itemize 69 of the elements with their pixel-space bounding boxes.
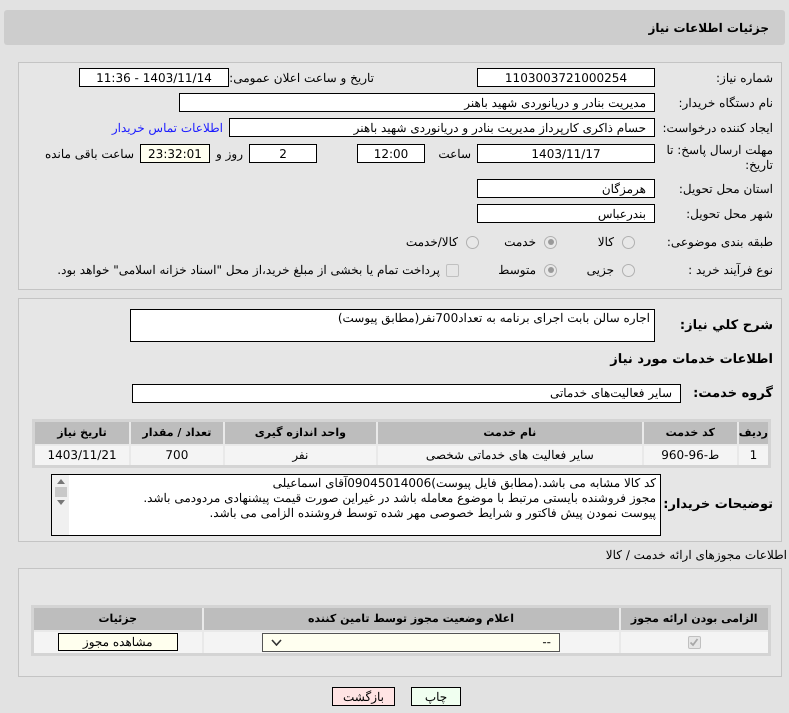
field-label: شهر محل تحویل: [685, 206, 773, 222]
text-field[interactable]: 1103003721000254 [477, 68, 655, 87]
radio-label: کالا/خدمت [406, 234, 458, 251]
field-label: استان محل تحویل: [678, 180, 773, 198]
radio-label: متوسط [498, 262, 536, 279]
scroll-thumb[interactable] [54, 487, 66, 497]
column-header: نام خدمت [376, 420, 643, 444]
page-title: جزئیات اطلاعات نیاز [648, 20, 769, 36]
column-header: اعلام وضعیت مجوز توسط تامین کننده [202, 606, 620, 630]
table-cell: 700 [130, 444, 224, 466]
radio-button[interactable] [622, 236, 635, 248]
chevron-down-icon [271, 638, 282, 646]
remaining-label: ساعت باقی مانده [44, 146, 134, 162]
section-title: اطلاعات خدمات مورد نیاز [608, 351, 773, 369]
text-field[interactable]: 2 [249, 144, 317, 163]
field-label: توضیحات خریدار: [662, 496, 773, 514]
column-header: جزئیات [32, 606, 202, 630]
countdown-field[interactable]: 23:32:01 [140, 144, 210, 163]
notes-textarea[interactable] [51, 474, 661, 536]
print-button[interactable]: چاپ [411, 687, 461, 706]
payment-note: پرداخت تمام یا بخشی از مبلغ خرید،از محل "اسناد خزانه اسلامی" خواهد بود. [57, 262, 440, 279]
back-button[interactable]: بازگشت [332, 687, 395, 706]
text-field[interactable]: مدیریت بنادر و دریانوردی شهید باهنر [179, 93, 655, 112]
table-cell: سایر فعالیت های خدماتی شخصی [376, 444, 643, 466]
status-dropdown[interactable]: -- [262, 632, 560, 652]
radio-button[interactable] [622, 264, 635, 276]
notes-text: کد کالا مشابه می باشد.(مطابق فایل پیوست)09045014006آقای اسماعیلی مجوز فروشنده بایستی مرتبط با موضوع معامله باشد در غیراین صورت قیمت پیشنهادی مردودمی باشد. پیوست نمودن پیش فاکتور و شرایط خصوصی مهر شده توسط فروشنده الزامی می باشد. [142, 475, 657, 522]
text-field[interactable]: بندرعباس [477, 204, 655, 223]
field-label: طبقه بندی موضوعی: [666, 234, 773, 251]
column-header: الزامی بودن ارائه مجوز [620, 606, 770, 630]
field-label: مهلت ارسال پاسخ: تا تاریخ: [665, 143, 773, 173]
text-field[interactable]: سایر فعالیت‌های خدماتی [132, 384, 681, 403]
column-header: واحد اندازه گیری [224, 420, 377, 444]
table-cell: ط-96-960 [642, 444, 738, 466]
days-label: روز و [216, 146, 243, 162]
summary-textarea[interactable]: اجاره سالن بابت اجرای برنامه به تعداد700نفر(مطابق پیوست) [130, 309, 655, 342]
radio-label: خدمت [504, 234, 536, 251]
radio-label: کالا [598, 234, 614, 251]
field-label: ایجاد کننده درخواست: [661, 120, 773, 136]
field-label: تاریخ و ساعت اعلان عمومی: [229, 70, 374, 86]
text-field[interactable]: حسام ذاکری کارپرداز مدیریت بنادر و دریانوردی شهید باهنر [229, 118, 655, 137]
radio-button[interactable] [466, 236, 479, 248]
section-title: اطلاعات مجوزهای ارائه خدمت / کالا [606, 548, 787, 562]
checkbox[interactable] [446, 264, 459, 276]
table-cell: 1403/11/21 [34, 444, 130, 466]
text-field[interactable]: 1403/11/14 - 11:36 [79, 68, 229, 87]
radio-button[interactable] [544, 264, 557, 276]
field-label: شرح کلي نياز: [678, 316, 773, 335]
radio-label: جزیی [586, 262, 614, 279]
table-cell: نفر [224, 444, 377, 466]
text-field[interactable]: 12:00 [357, 144, 425, 163]
scroll-down-arrow-icon[interactable] [56, 500, 64, 505]
text-field[interactable]: 1403/11/17 [477, 144, 655, 163]
column-header: تاریخ نیاز [34, 420, 130, 444]
scroll-up-arrow-icon[interactable] [56, 479, 64, 484]
column-header: ردیف [738, 420, 770, 444]
column-header: کد خدمت [642, 420, 738, 444]
field-label: نام دستگاه خریدار: [678, 94, 773, 112]
text-field[interactable]: هرمزگان [477, 179, 655, 198]
checkbox[interactable] [688, 636, 701, 649]
view-license-button[interactable]: مشاهده مجوز [58, 633, 178, 652]
contact-link[interactable]: اطلاعات تماس خریدار [112, 118, 223, 136]
field-label: شماره نیاز: [715, 70, 773, 86]
column-header: تعداد / مقدار [130, 420, 224, 444]
field-label: گروه خدمت: [692, 384, 773, 402]
table-cell: 1 [738, 444, 770, 466]
time-label: ساعت [437, 146, 471, 162]
radio-button[interactable] [544, 236, 557, 248]
field-label: نوع فرآیند خرید : [687, 262, 773, 279]
